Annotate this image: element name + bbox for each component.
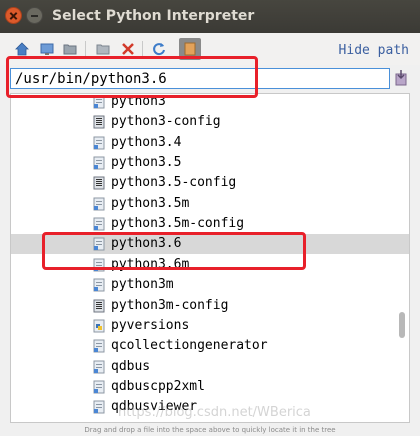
hide-path-link[interactable]: Hide path <box>339 43 409 58</box>
tree-row-label: qdbuscpp2xml <box>111 378 205 394</box>
link-file-icon <box>93 278 105 292</box>
toolbar-separator <box>142 41 143 57</box>
tree-row-label: python3.6m <box>111 256 190 272</box>
link-file-icon <box>93 400 105 414</box>
watermark: https://blog.csdn.net/WBerica <box>118 405 311 420</box>
tree-row[interactable]: qdbus <box>11 357 409 377</box>
script-file-icon <box>93 176 105 190</box>
tree-row[interactable]: python3-config <box>11 112 409 132</box>
refresh-icon[interactable] <box>152 42 166 56</box>
tree-row-label: python3-config <box>111 114 221 130</box>
script-file-icon <box>93 115 105 129</box>
tree-row[interactable]: python3.4 <box>11 133 409 153</box>
tree-row[interactable]: python3.5m <box>11 194 409 214</box>
link-file-icon <box>93 237 105 251</box>
python-file-icon <box>93 319 105 333</box>
home-icon[interactable] <box>15 42 29 56</box>
tree-row[interactable]: python3 <box>11 94 409 112</box>
script-file-icon <box>93 299 105 312</box>
link-file-icon <box>93 217 105 231</box>
tree-row-label: qcollectiongenerator <box>111 338 268 354</box>
tree-row-label: python3.5 <box>111 155 182 171</box>
tree-row-label: python3 <box>111 94 166 109</box>
tree-row-label: pyversions <box>111 317 190 333</box>
close-window-button[interactable] <box>5 7 22 24</box>
link-file-icon <box>93 258 105 272</box>
link-file-icon <box>93 380 105 394</box>
link-file-icon <box>93 156 105 170</box>
tree-row-label: python3.5m-config <box>111 216 245 232</box>
tree-row-label: python3.6 <box>111 236 182 252</box>
tree-row-label: python3.4 <box>111 134 182 150</box>
choose-path-icon[interactable] <box>394 70 408 86</box>
tree-row-label: python3.5-config <box>111 175 237 191</box>
link-file-icon <box>93 339 105 353</box>
tree-row-label: python3m-config <box>111 297 229 313</box>
tree-row[interactable]: qcollectiongenerator <box>11 336 409 356</box>
tree-row-label: qdbus <box>111 358 151 374</box>
window-title: Select Python Interpreter <box>52 8 255 24</box>
link-file-icon <box>93 360 105 374</box>
tree-row-label: python3.5m <box>111 195 190 211</box>
tree-row[interactable]: python3m <box>11 275 409 295</box>
tree-row[interactable]: pyversions <box>11 316 409 336</box>
tree-row-selected[interactable]: python3.6 <box>11 234 409 255</box>
tree-row[interactable]: python3.6m <box>11 255 409 275</box>
link-file-icon <box>93 136 105 150</box>
link-file-icon <box>93 197 105 211</box>
tree-row[interactable]: qdbuscpp2xml <box>11 377 409 397</box>
new-folder-icon[interactable] <box>96 42 110 56</box>
show-hidden-toggle[interactable] <box>179 38 201 60</box>
toolbar: Hide path <box>0 33 420 65</box>
tree-row[interactable]: python3.5m-config <box>11 214 409 234</box>
tree-row[interactable]: python3.5 <box>11 153 409 173</box>
path-row <box>0 65 420 93</box>
path-input[interactable] <box>10 68 390 89</box>
show-hidden-icon <box>184 42 196 56</box>
desktop-icon[interactable] <box>40 42 54 56</box>
file-tree[interactable]: qdbusviewer qdbuscpp2xml qdbus qcollectiong… <box>10 93 410 423</box>
folder-icon[interactable] <box>63 42 77 56</box>
drag-drop-hint: Drag and drop a file into the space abov… <box>84 426 336 434</box>
tree-row[interactable]: python3.5-config <box>11 173 409 193</box>
title-bar: Select Python Interpreter <box>0 0 420 33</box>
minimize-window-button[interactable] <box>26 7 43 24</box>
toolbar-separator <box>85 41 86 57</box>
tree-row-label: python3m <box>111 277 174 293</box>
link-file-icon <box>93 95 105 109</box>
scrollbar-thumb[interactable] <box>399 312 405 338</box>
tree-row[interactable]: python3m-config <box>11 296 409 316</box>
delete-icon[interactable] <box>121 42 135 56</box>
